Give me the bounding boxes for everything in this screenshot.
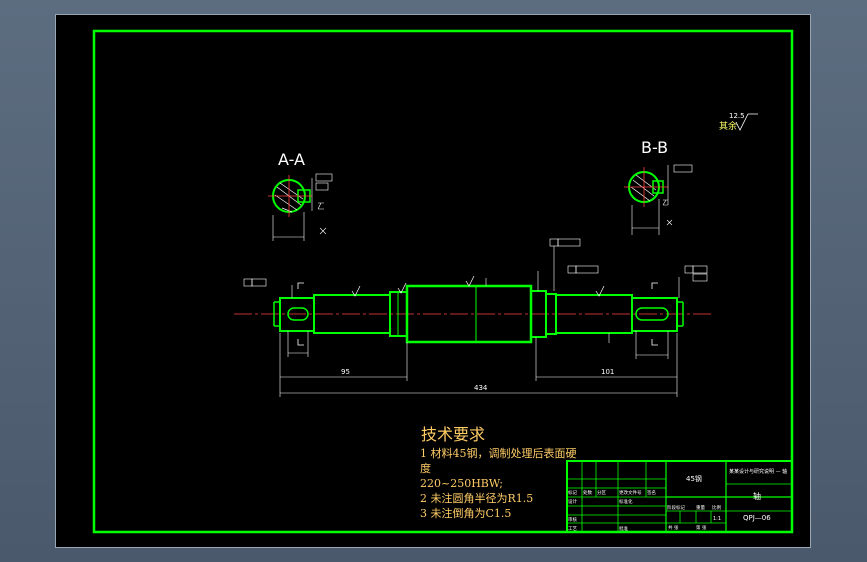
tech-line-2: 度 [420,461,431,475]
section-b-view [624,164,693,235]
tb-cell-7: 标准化 [619,498,633,505]
surface-roughness-note: 其余 12.5 [719,112,758,132]
tb-cell-12: 重量 [696,504,705,511]
tb-cell-9: 工艺 [568,526,577,532]
dim-right: 101 [601,368,614,376]
tb-cell-15: 第 张 [696,524,707,531]
section-b-label: B-B [641,138,668,157]
title-sub: 某某设计与研究说明 — 轴 [729,468,787,475]
tb-cell-1: 处数 [583,489,592,496]
section-a-view [268,173,333,241]
tb-cell-8: 审核 [568,516,577,523]
tb-cell-0: 标记 [568,489,577,496]
tb-cell-10: 批准 [619,525,628,532]
tech-line-1: 1 材料45钢，调制处理后表面硬 [420,446,577,460]
scale-value: 1:1 [713,516,721,522]
tech-line-4: 2 未注圆角半径为R1.5 [420,491,533,505]
roughness-other-label: 其余 [719,120,737,132]
part-name: 轴 [753,491,761,501]
tb-cell-4: 签名 [647,489,656,496]
roughness-value: 12.5 [729,112,745,120]
title-block: 45钢 某某设计与研究说明 — 轴 轴 QPJ—06 1:1 标记 处数 分区 … [566,460,793,533]
tb-cell-3: 更改文件号 [619,489,642,496]
cad-viewport[interactable]: A-A B-B 其余 12.5 434 95 101 技术要求 1 材料45钢，… [55,14,811,548]
tech-line-5: 3 未注倒角为C1.5 [420,506,511,520]
drawing-canvas: A-A B-B 其余 12.5 434 95 101 技术要求 1 材料45钢，… [92,29,794,534]
tb-cell-11: 阶段标记 [667,504,685,511]
tb-cell-6: 设计 [568,498,577,505]
tb-cell-2: 分区 [597,489,606,496]
drawing-number: QPJ—06 [743,514,771,522]
tech-line-3: 220~250HBW; [420,477,503,490]
tech-title: 技术要求 [421,425,485,444]
dim-left: 95 [341,368,350,376]
tb-cell-14: 共 张 [668,524,679,531]
shaft-main-view [234,284,711,344]
section-a-label: A-A [278,150,305,169]
tb-cell-13: 比例 [712,504,721,511]
technical-requirements: 技术要求 1 材料45钢，调制处理后表面硬 度 220~250HBW; 2 未注… [420,425,577,520]
material-label: 45钢 [686,474,702,483]
dim-total: 434 [474,384,488,392]
